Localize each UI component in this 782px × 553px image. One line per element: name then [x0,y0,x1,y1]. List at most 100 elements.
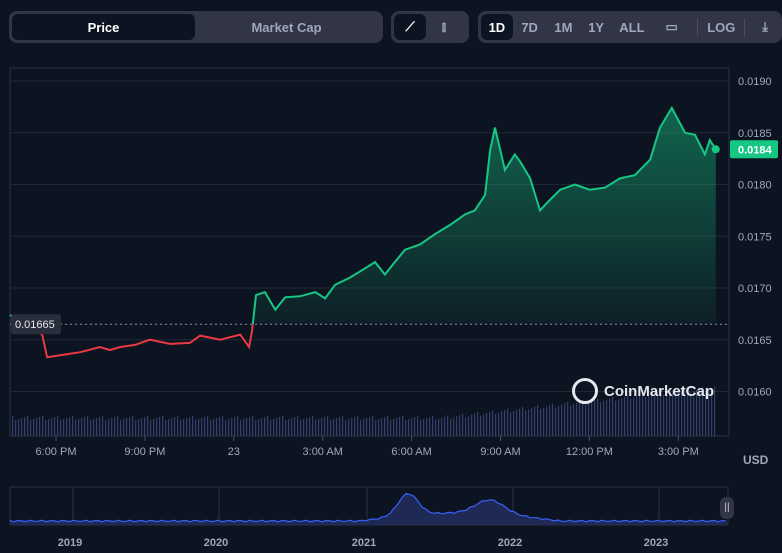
volume-bar [261,418,263,436]
volume-bar [501,411,503,436]
current-price-dot [711,145,720,154]
volume-bar [573,404,575,436]
volume-bar [309,417,311,436]
volume-bar [243,419,245,436]
navigator-year-label: 2022 [498,537,522,549]
volume-bar [198,419,200,436]
volume-bar [201,418,203,436]
volume-bar [423,419,425,436]
volume-bar [552,403,554,436]
price-chart[interactable]: 0.0190 0.0185 0.0180 0.0175 0.0170 0.0165 0.01… [0,0,782,553]
volume-bar [159,417,161,436]
volume-bar [366,418,368,436]
baseline-label: 0.01665 [15,319,55,331]
volume-bar [471,414,473,436]
volume-bar [582,400,584,436]
volume-bar [117,416,119,436]
y-tick-label: 0.0185 [738,128,772,140]
watermark-logo: CoinMarketCap [572,378,714,404]
volume-bar [210,420,212,436]
volume-bar [84,417,86,436]
volume-bar [390,420,392,436]
y-tick-label: 0.0160 [738,387,772,399]
volume-bar [45,420,47,436]
volume-bar [219,417,221,436]
volume-bar [561,404,563,436]
volume-bar [30,420,32,436]
volume-bar [564,403,566,436]
volume-bar [318,419,320,436]
navigator-handle[interactable]: || [720,497,734,519]
volume-bar [288,419,290,436]
volume-bar [60,420,62,436]
volume-bar [351,418,353,436]
volume-bar [252,416,254,436]
volume-bar [63,419,65,436]
volume-bar [384,417,386,436]
volume-bar [396,418,398,436]
volume-bar [504,410,506,436]
volume-bar [126,418,128,436]
volume-bar [336,418,338,436]
volume-bar [300,420,302,436]
volume-bar [363,419,365,436]
volume-bar [510,412,512,436]
volume-bar [507,408,509,436]
volume-bar [15,420,17,436]
volume-bar [567,402,569,436]
volume-bar [54,417,56,436]
volume-bar [66,418,68,436]
volume-bar [27,416,29,436]
volume-bar [195,420,197,436]
volume-bar [324,417,326,436]
volume-bar [543,407,545,436]
volume-bar [534,406,536,436]
volume-bar [375,420,377,436]
volume-bar [189,417,191,436]
current-price-label: 0.0184 [738,144,773,156]
x-tick-label: 3:00 PM [658,446,699,458]
volume-bar [294,417,296,436]
volume-bar [183,419,185,436]
volume-bar [414,417,416,436]
volume-bar [531,408,533,436]
volume-bar [339,417,341,436]
volume-bar [282,416,284,436]
x-tick-label: 12:00 PM [566,446,613,458]
volume-bar [441,418,443,436]
x-tick-label: 23 [228,446,240,458]
y-tick-label: 0.0175 [738,231,772,243]
volume-bar [153,419,155,436]
volume-bar [57,416,59,436]
volume-bar [207,416,209,436]
volume-bar [168,419,170,436]
volume-bar [24,417,26,436]
volume-bar [255,420,257,436]
volume-bar [456,416,458,436]
volume-bar [69,417,71,436]
volume-bar [33,419,35,436]
volume-bar [93,419,95,436]
volume-bar [111,418,113,436]
volume-bar [477,412,479,436]
volume-bar [438,419,440,436]
navigator-line [9,492,727,523]
volume-bar [90,420,92,436]
volume-bar [381,418,383,436]
volume-bar [480,415,482,436]
volume-bar [18,419,20,436]
volume-bar [378,419,380,436]
volume-bar [588,402,590,436]
volume-bar [357,416,359,436]
volume-bar [426,418,428,436]
volume-bar [12,416,14,436]
volume-bar [108,419,110,436]
volume-bar [429,417,431,436]
volume-bar [234,417,236,436]
navigator-year-label: 2023 [644,537,668,549]
y-tick-label: 0.0190 [738,76,772,88]
volume-bar [516,409,518,436]
volume-bar [576,403,578,436]
volume-bar [270,420,272,436]
volume-bar [105,420,107,436]
